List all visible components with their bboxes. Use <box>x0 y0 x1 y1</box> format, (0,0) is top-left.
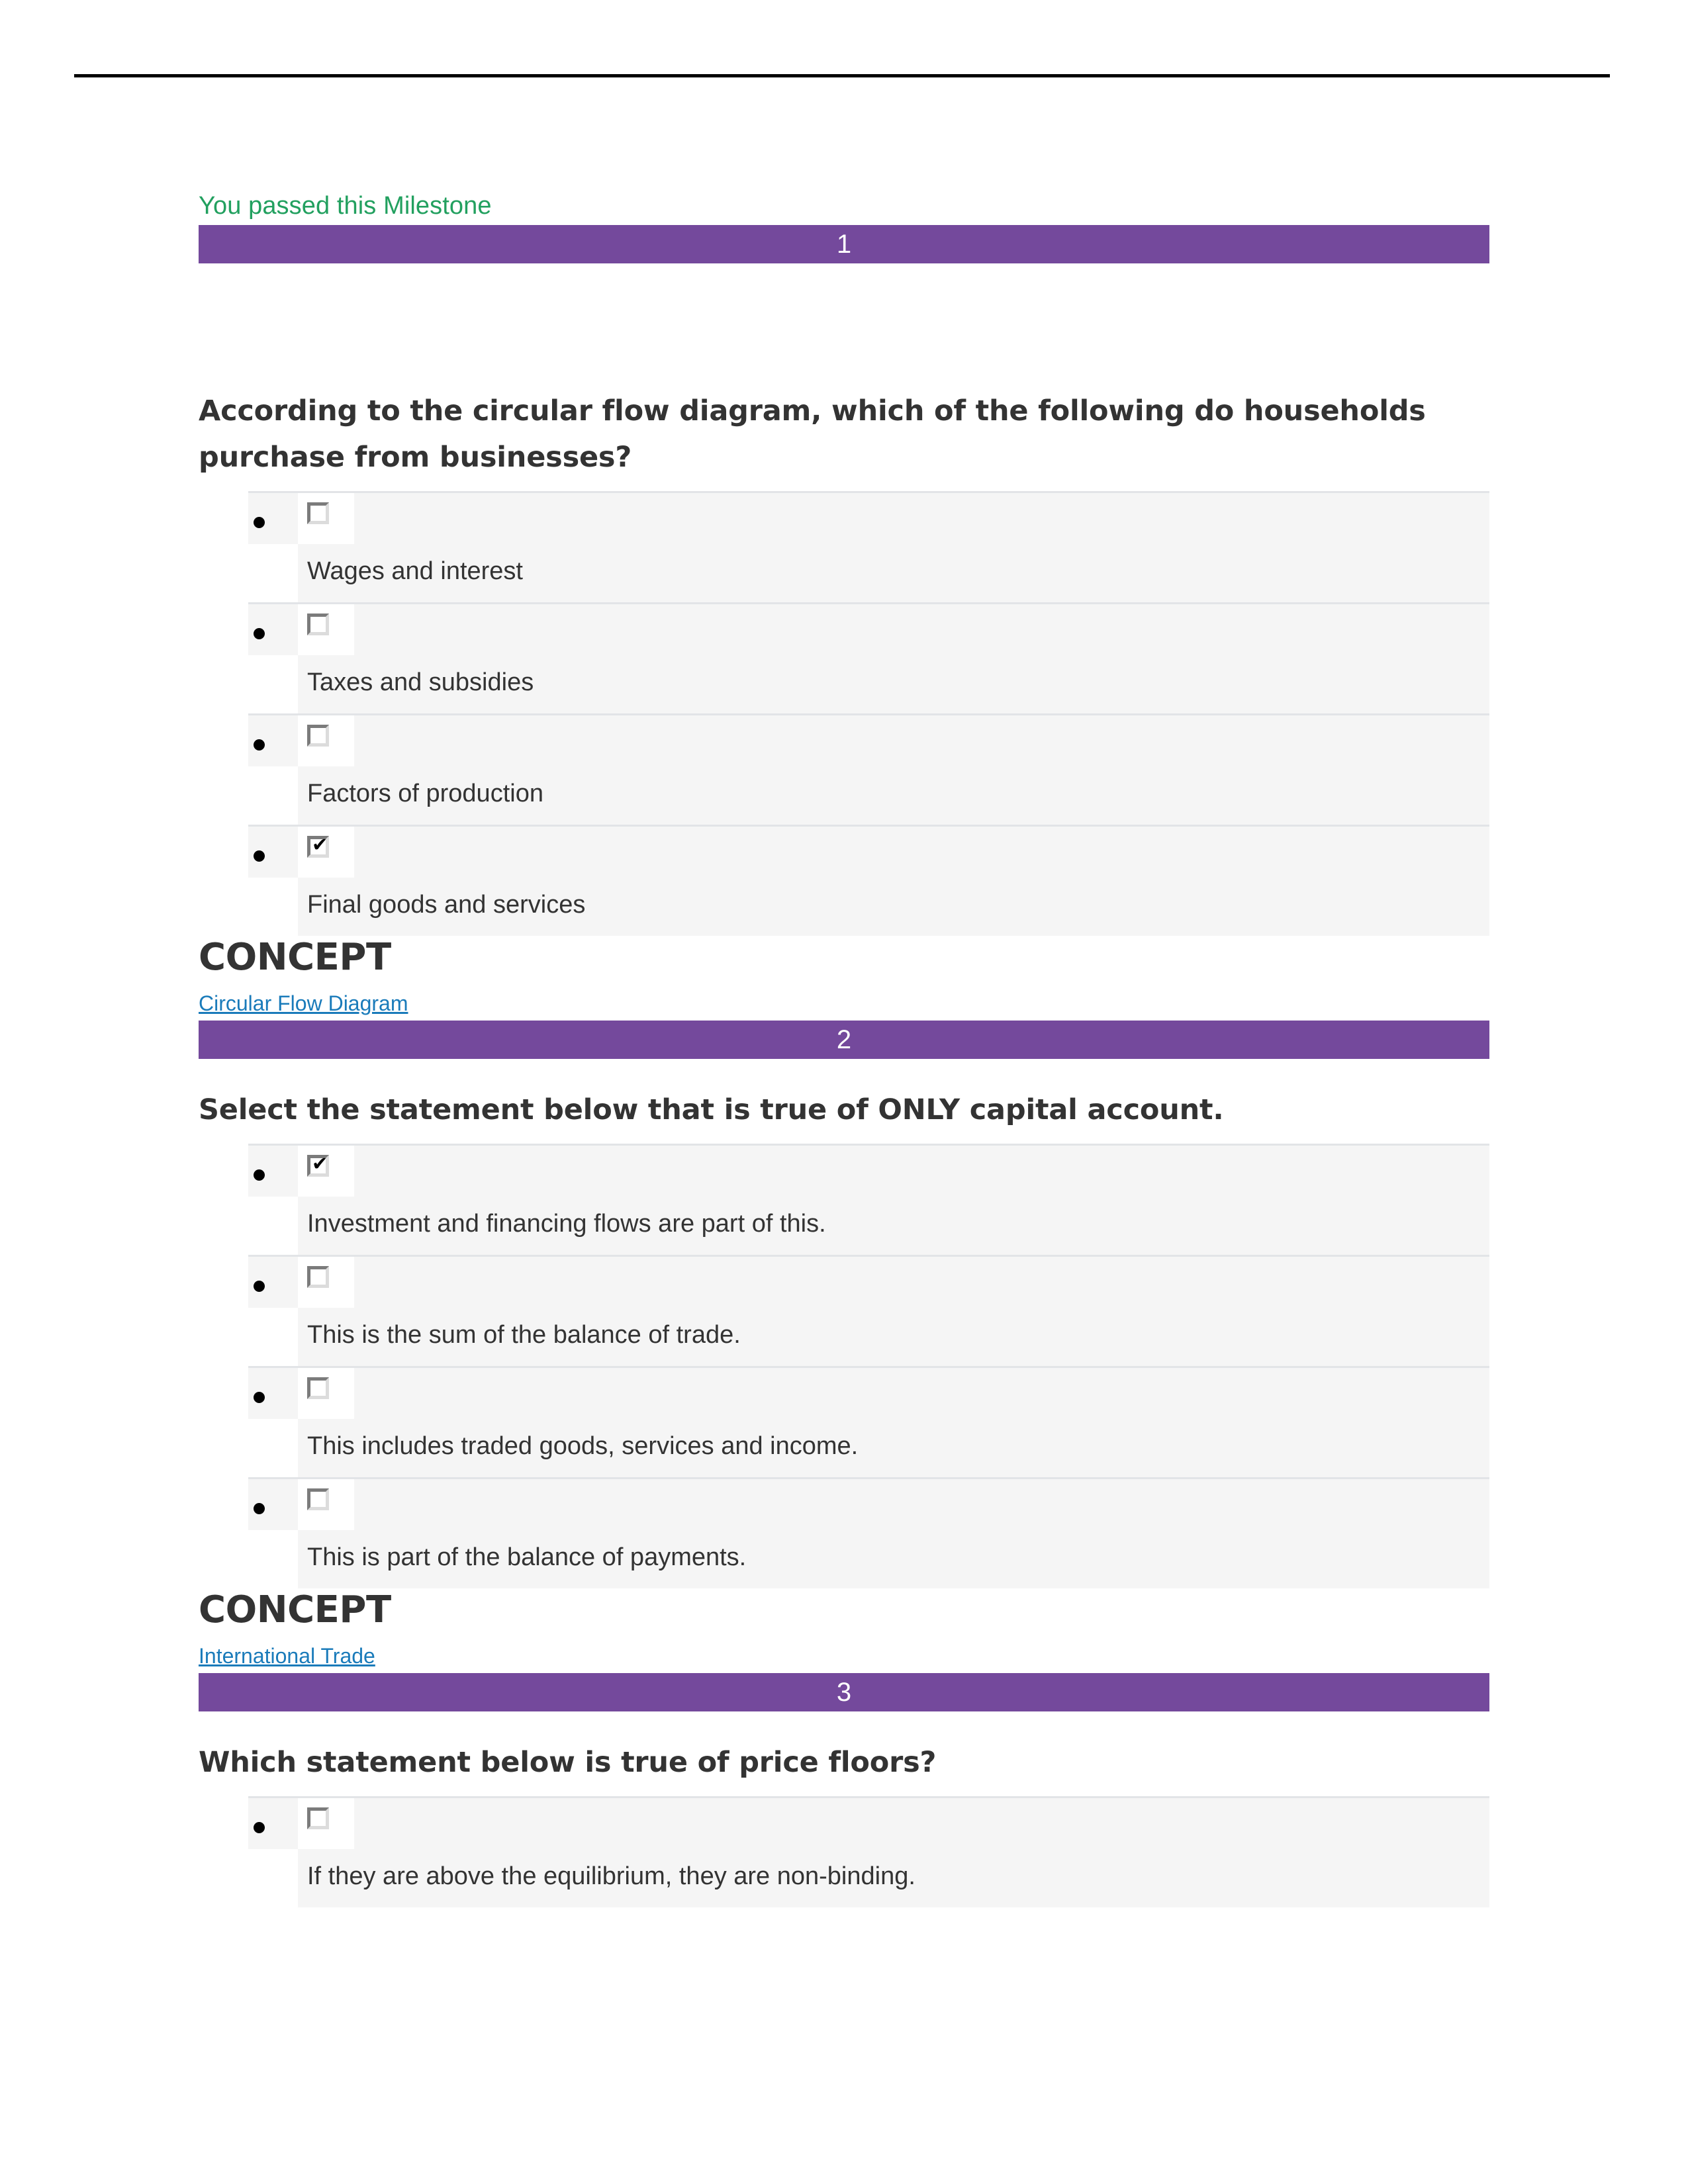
header-divider <box>74 74 1610 77</box>
answer-option-control-row[interactable] <box>248 713 1489 766</box>
answer-option-control-row[interactable] <box>248 491 1489 544</box>
question-prompt: Select the statement below that is true … <box>199 1093 1224 1126</box>
concept-link[interactable]: Circular Flow Diagram <box>199 989 408 1018</box>
bullet-icon <box>254 850 265 862</box>
checkbox-checked-icon[interactable]: ✔ <box>307 1152 329 1177</box>
answer-option[interactable]: ✔ Final goods and services <box>199 825 1489 936</box>
answer-option-list: If they are above the equilibrium, they … <box>199 1796 1489 1907</box>
answer-option[interactable]: This includes traded goods, services and… <box>199 1366 1489 1477</box>
checkbox-unchecked-icon[interactable] <box>307 1807 329 1829</box>
question-number-bar: 3 <box>199 1673 1489 1711</box>
checkbox-unchecked-icon[interactable] <box>307 1266 329 1288</box>
checkbox-checked-icon[interactable]: ✔ <box>307 833 329 858</box>
bullet-icon <box>254 628 265 639</box>
concept-heading: CONCEPT <box>199 936 391 979</box>
bullet-icon <box>254 517 265 528</box>
answer-option[interactable]: Wages and interest <box>199 491 1489 602</box>
answer-option-control-row[interactable] <box>248 1477 1489 1530</box>
concept-link[interactable]: International Trade <box>199 1641 375 1670</box>
milestone-pass-status: You passed this Milestone <box>199 192 492 220</box>
question-prompt: According to the circular flow diagram, … <box>199 394 1426 474</box>
checkmark-icon: ✔ <box>312 1152 328 1175</box>
answer-option[interactable]: Taxes and subsidies <box>199 602 1489 713</box>
answer-option-control-row[interactable]: ✔ <box>248 1144 1489 1197</box>
checkbox-container[interactable] <box>298 715 354 766</box>
answer-option-label[interactable]: This includes traded goods, services and… <box>298 1419 1489 1477</box>
checkbox-unchecked-icon[interactable] <box>307 502 329 524</box>
checkmark-icon: ✔ <box>312 833 328 856</box>
answer-option-control-row[interactable] <box>248 1366 1489 1419</box>
question-number-bar: 1 <box>199 225 1489 263</box>
answer-option-label[interactable]: Taxes and subsidies <box>298 655 1489 713</box>
answer-option[interactable]: ✔ Investment and financing flows are part… <box>199 1144 1489 1255</box>
question-spacer <box>199 1711 1489 1739</box>
checkbox-container[interactable] <box>298 604 354 655</box>
answer-option-list: Wages and interest Taxes and subsidies Fac… <box>199 491 1489 936</box>
bullet-icon <box>254 1503 265 1514</box>
milestone-content: You passed this Milestone 1 According to … <box>199 191 1489 1907</box>
bullet-icon <box>254 739 265 751</box>
answer-option-label[interactable]: If they are above the equilibrium, they … <box>298 1849 1489 1907</box>
answer-option[interactable]: Factors of production <box>199 713 1489 825</box>
answer-option-control-row[interactable] <box>248 1255 1489 1308</box>
answer-option-label[interactable]: Factors of production <box>298 766 1489 825</box>
checkbox-container[interactable] <box>298 1798 354 1849</box>
question-prompt: Which statement below is true of price f… <box>199 1746 937 1779</box>
checkbox-container[interactable] <box>298 1368 354 1419</box>
checkbox-container[interactable]: ✔ <box>298 1146 354 1197</box>
bullet-icon <box>254 1392 265 1403</box>
checkbox-container[interactable]: ✔ <box>298 827 354 878</box>
question-number-bar: 2 <box>199 1021 1489 1059</box>
checkbox-container[interactable] <box>298 493 354 544</box>
checkbox-unchecked-icon[interactable] <box>307 725 329 747</box>
document-page: You passed this Milestone 1 According to … <box>0 0 1688 2184</box>
answer-option-label[interactable]: This is part of the balance of payments. <box>298 1530 1489 1588</box>
question-spacer <box>199 263 1489 388</box>
answer-option-label[interactable]: Investment and financing flows are part … <box>298 1197 1489 1255</box>
question-spacer <box>199 1059 1489 1087</box>
answer-option-label[interactable]: Wages and interest <box>298 544 1489 602</box>
answer-option[interactable]: This is the sum of the balance of trade. <box>199 1255 1489 1366</box>
answer-option-control-row[interactable]: ✔ <box>248 825 1489 878</box>
answer-option-label[interactable]: This is the sum of the balance of trade. <box>298 1308 1489 1366</box>
checkbox-unchecked-icon[interactable] <box>307 1488 329 1510</box>
answer-option[interactable]: If they are above the equilibrium, they … <box>199 1796 1489 1907</box>
bullet-icon <box>254 1169 265 1181</box>
answer-option-control-row[interactable] <box>248 1796 1489 1849</box>
checkbox-container[interactable] <box>298 1479 354 1530</box>
checkbox-unchecked-icon[interactable] <box>307 614 329 635</box>
question-list: 1 According to the circular flow diagram,… <box>199 225 1489 1907</box>
answer-option-control-row[interactable] <box>248 602 1489 655</box>
bullet-icon <box>254 1822 265 1833</box>
bullet-icon <box>254 1281 265 1292</box>
answer-option-list: ✔ Investment and financing flows are part… <box>199 1144 1489 1588</box>
checkbox-unchecked-icon[interactable] <box>307 1377 329 1399</box>
answer-option[interactable]: This is part of the balance of payments. <box>199 1477 1489 1588</box>
concept-heading: CONCEPT <box>199 1588 391 1631</box>
answer-option-label[interactable]: Final goods and services <box>298 878 1489 936</box>
checkbox-container[interactable] <box>298 1257 354 1308</box>
